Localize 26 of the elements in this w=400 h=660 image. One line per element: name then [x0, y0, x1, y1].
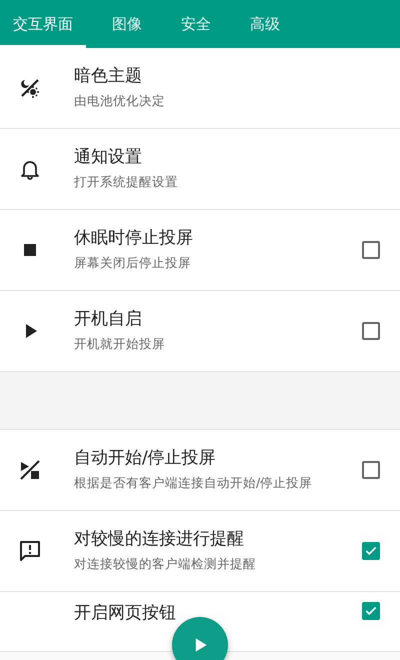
checkbox[interactable]: [362, 241, 380, 259]
checkmark-icon: [364, 604, 378, 618]
setting-title: 暗色主题: [74, 65, 143, 88]
setting-title: 开机自启: [74, 308, 143, 330]
setting-description: 对连接较慢的客户端检测并提醒: [74, 555, 257, 574]
brightness-icon: [18, 76, 42, 100]
play-stop-icon: [18, 458, 42, 482]
checkmark-icon: [364, 544, 378, 558]
setting-description: 由电池优化决定: [74, 92, 166, 110]
setting-title: 自动开始/停止投屏: [74, 447, 217, 470]
checkbox[interactable]: [362, 542, 380, 560]
tab[interactable]: 图像: [99, 0, 155, 48]
setting-title: 通知设置: [74, 146, 143, 168]
setting-title: 对较慢的连接进行提醒: [74, 528, 245, 550]
checkbox[interactable]: [362, 461, 380, 479]
tab[interactable]: 高级: [237, 0, 293, 48]
setting-title: 休眠时停止投屏: [74, 227, 194, 250]
setting-description: 根据是否有客户端连接自动开始/停止投屏: [74, 474, 314, 492]
feedback-icon: [18, 539, 42, 563]
setting-title: 开启网页按钮: [74, 602, 177, 624]
checkbox[interactable]: [362, 602, 380, 620]
checkbox[interactable]: [362, 322, 380, 340]
tab[interactable]: 安全: [168, 0, 224, 48]
setting-description: 开机就开始投屏: [74, 335, 166, 354]
setting-description: 打开系统提醒设置: [74, 173, 179, 192]
setting-description: 屏幕关闭后停止投屏: [74, 254, 192, 272]
